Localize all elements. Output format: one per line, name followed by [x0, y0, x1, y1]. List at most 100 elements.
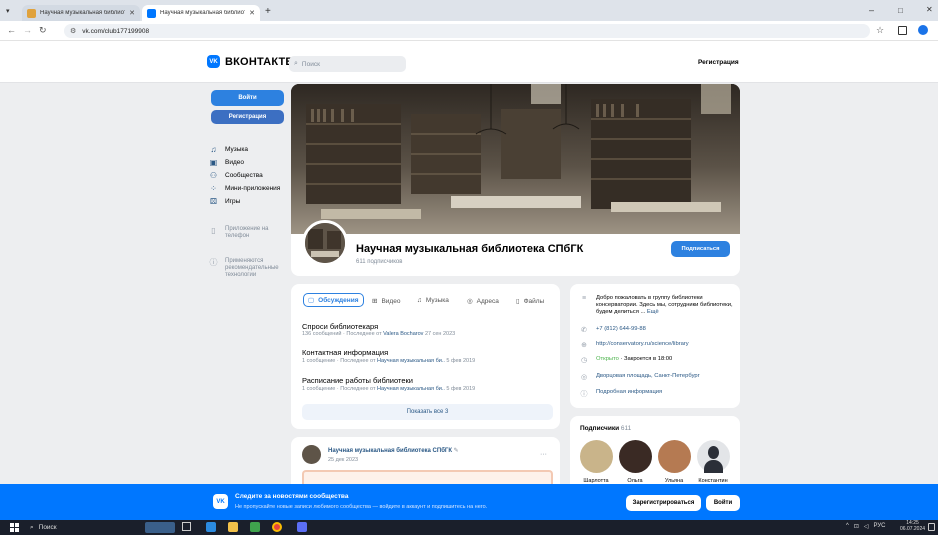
- tab-addresses[interactable]: ◎ Адреса: [467, 297, 499, 306]
- browser-tab-1[interactable]: Научная музыкальная библиот... ✕: [22, 5, 140, 21]
- sidebar-phone-label: Приложение на телефон: [225, 226, 269, 239]
- taskbar-search[interactable]: ⌕ Поиск: [30, 521, 130, 534]
- post-date[interactable]: 25 дек 2023: [328, 457, 358, 463]
- subscriber-avatar[interactable]: [658, 440, 691, 473]
- discussion-author-link[interactable]: Valera Bocharov: [383, 331, 423, 337]
- discussion-author-link[interactable]: Научная музыкальная би..: [377, 386, 445, 392]
- subscribers-title: Подписчики: [580, 425, 620, 432]
- sidebar-item-label: Игры: [225, 198, 241, 205]
- apps-icon: ⁘: [210, 184, 217, 193]
- login-button[interactable]: Войти: [211, 90, 284, 106]
- music-icon: ♫: [210, 145, 217, 154]
- website-link[interactable]: http://conservatory.ru/science/library: [596, 341, 689, 347]
- tab-list-chevron-icon[interactable]: ▾: [6, 7, 10, 15]
- taskbar-widget-image[interactable]: [145, 522, 175, 533]
- minimize-icon[interactable]: –: [869, 5, 874, 15]
- banner-title: Следите за новостями сообщества: [235, 493, 349, 500]
- subscribe-button[interactable]: Подписаться: [671, 241, 730, 257]
- tab-label: Адреса: [476, 297, 499, 305]
- discussion-title[interactable]: Спроси библиотекаря: [302, 322, 378, 331]
- chrome-icon[interactable]: [272, 522, 282, 532]
- reload-icon[interactable]: ↻: [39, 25, 47, 36]
- sidebar-item-video[interactable]: ▣ Видео: [209, 158, 244, 167]
- subscriber-avatar[interactable]: [619, 440, 652, 473]
- video-icon: ⊞: [372, 298, 378, 305]
- tab-title: Научная музыкальная библиот...: [40, 10, 126, 16]
- bookmark-star-icon[interactable]: ☆: [876, 25, 884, 36]
- phone-link[interactable]: +7 (812) 644-99-88: [596, 326, 646, 332]
- task-view-icon[interactable]: [182, 522, 191, 531]
- close-window-icon[interactable]: ✕: [926, 5, 933, 14]
- tab-music[interactable]: ♫ Музыка: [417, 297, 449, 304]
- banner-login-button[interactable]: Войти: [706, 495, 740, 511]
- address-link[interactable]: Дворцовая площадь, Санкт-Петербург: [596, 373, 700, 379]
- sidebar-recommend-info[interactable]: ⓘ Применяются рекомендательные технологи…: [209, 258, 287, 279]
- sidebar-item-games[interactable]: ⚄ Игры: [209, 197, 240, 206]
- close-tab-icon[interactable]: ✕: [129, 9, 135, 17]
- forward-icon[interactable]: →: [23, 25, 32, 35]
- discussion-title[interactable]: Контактная информация: [302, 348, 388, 357]
- description-more-link[interactable]: Ещё: [647, 309, 659, 315]
- group-subscriber-count[interactable]: 611 подписчиков: [356, 259, 402, 265]
- tray-chevron-icon[interactable]: ^: [846, 523, 849, 530]
- close-tab-icon[interactable]: ✕: [249, 9, 255, 17]
- sidebar-item-label: Музыка: [225, 146, 248, 153]
- globe-icon: ⊕: [581, 342, 587, 349]
- post-more-menu-icon[interactable]: ···: [540, 451, 547, 458]
- header-register-link[interactable]: Регистрация: [698, 59, 739, 66]
- file-explorer-icon[interactable]: [228, 522, 238, 532]
- windows-start-icon[interactable]: [10, 523, 19, 532]
- post-author-name[interactable]: Научная музыкальная библиотека СПбГК ✎: [328, 447, 459, 454]
- discussion-title[interactable]: Расписание работы библиотеки: [302, 376, 413, 385]
- vk-wordmark: ВКОНТАКТЕ: [225, 55, 293, 68]
- taskbar-app-icon[interactable]: [297, 522, 307, 532]
- details-link[interactable]: Подробная информация: [596, 389, 662, 395]
- subscriber-avatar[interactable]: [697, 440, 730, 473]
- avatar-photo: [305, 223, 345, 263]
- system-tray[interactable]: ^ ⊡ ◁ РУС: [846, 523, 886, 530]
- show-all-discussions-button[interactable]: Показать все 3: [302, 404, 553, 420]
- browser-tab-bar: [0, 0, 938, 21]
- vk-banner-logo-icon: VK: [213, 494, 228, 509]
- taskbar-app-icon[interactable]: [250, 522, 260, 532]
- library-photo: [291, 84, 740, 234]
- info-description: ≡ Добро пожаловать в группу библиотеки к…: [580, 295, 735, 316]
- back-icon[interactable]: ←: [7, 25, 16, 35]
- subscriber-avatar[interactable]: [580, 440, 613, 473]
- tab-video[interactable]: ⊞ Видео: [372, 297, 400, 306]
- banner-register-button[interactable]: Зарегистрироваться: [626, 495, 701, 511]
- register-button[interactable]: Регистрация: [211, 110, 284, 124]
- vk-logo[interactable]: VK ВКОНТАКТЕ: [207, 55, 293, 68]
- group-avatar[interactable]: [302, 220, 348, 266]
- tab-discussions[interactable]: ▢ Обсуждения: [303, 293, 364, 307]
- discussion-author-link[interactable]: Научная музыкальная би..: [377, 358, 445, 364]
- notifications-icon[interactable]: [928, 523, 935, 531]
- info-website: ⊕ http://conservatory.ru/science/library: [580, 341, 735, 349]
- location-pin-icon: ◎: [467, 298, 473, 305]
- new-tab-plus-icon[interactable]: +: [265, 6, 271, 17]
- sidebar-phone-app[interactable]: ▯ Приложение на телефон: [209, 226, 275, 240]
- taskbar-app-icon[interactable]: [206, 522, 216, 532]
- volume-icon[interactable]: ◁: [864, 523, 869, 530]
- url-bar[interactable]: ⚙ vk.com/club177199908: [64, 24, 870, 38]
- post-author-avatar[interactable]: [302, 445, 321, 464]
- site-settings-icon[interactable]: ⚙: [70, 27, 76, 35]
- browser-tab-2-active[interactable]: Научная музыкальная библиот... ✕: [142, 5, 260, 21]
- sidepanel-icon[interactable]: [898, 26, 907, 35]
- sidebar-item-communities[interactable]: ⚇ Сообщества: [209, 171, 263, 180]
- taskbar-clock[interactable]: 14:25 06.07.2024: [900, 520, 925, 532]
- info-details: ⓘ Подробная информация: [580, 389, 735, 399]
- network-icon[interactable]: ⊡: [854, 523, 859, 530]
- language-indicator[interactable]: РУС: [873, 523, 885, 530]
- maximize-icon[interactable]: □: [898, 6, 903, 15]
- sidebar-item-apps[interactable]: ⁘ Мини-приложения: [209, 184, 280, 193]
- location-pin-icon: ◎: [580, 374, 588, 381]
- url-text: vk.com/club177199908: [82, 27, 150, 35]
- profile-icon[interactable]: [918, 25, 928, 35]
- tab-files[interactable]: ▯ Файлы: [516, 297, 544, 306]
- search-input[interactable]: ⌕ Поиск: [289, 56, 406, 72]
- post-author-text: Научная музыкальная библиотека СПбГК: [328, 448, 452, 454]
- sidebar-item-music[interactable]: ♫ Музыка: [209, 145, 249, 154]
- subscribers-heading[interactable]: Подписчики 611: [580, 425, 631, 432]
- description-text: Добро пожаловать в группу библиотеки кон…: [596, 295, 733, 315]
